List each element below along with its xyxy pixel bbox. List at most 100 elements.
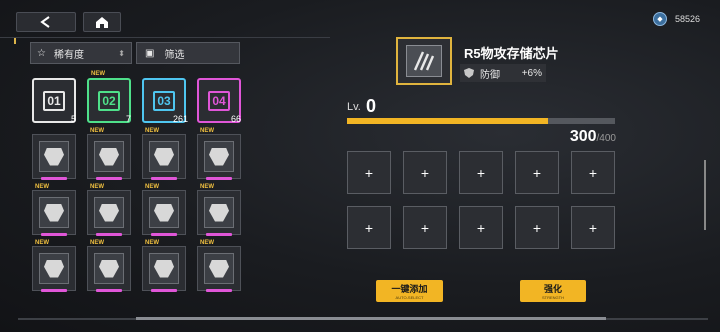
- enhance-button[interactable]: 强化 STRENGTH: [520, 280, 586, 302]
- inventory-panel: ☆ 稀有度 ⬍ ▣ 筛选 01 5 NEW 02 7 03 261 04 66 …: [14, 38, 254, 324]
- sort-dropdown[interactable]: ☆ 稀有度 ⬍: [30, 42, 132, 64]
- chip-icon: [209, 259, 229, 278]
- new-tag: NEW: [35, 184, 49, 190]
- enhance-sublabel: STRENGTH: [542, 295, 564, 300]
- chip-icon: [44, 203, 64, 222]
- item-count: 7: [125, 114, 131, 124]
- rarity-bar: [41, 233, 67, 236]
- material-slot[interactable]: +: [571, 151, 615, 194]
- material-slot[interactable]: +: [571, 206, 615, 249]
- tier-label: 03: [153, 90, 175, 111]
- xp-max: /400: [596, 133, 616, 144]
- home-icon: [96, 16, 108, 28]
- tier-02-item[interactable]: NEW 02 7: [87, 71, 131, 124]
- chip-icon: [209, 203, 229, 222]
- sort-label: 稀有度: [53, 49, 84, 61]
- currency-display: ◆ 58526: [652, 12, 700, 26]
- tier-03-item[interactable]: 03 261: [142, 78, 188, 124]
- chip-icon: [154, 259, 174, 278]
- material-slot[interactable]: +: [403, 151, 447, 194]
- new-tag: NEW: [35, 240, 49, 246]
- rarity-bar: [151, 289, 177, 292]
- chip-item[interactable]: NEW: [142, 240, 186, 292]
- new-tag: NEW: [145, 184, 159, 190]
- tier-label: 02: [98, 90, 120, 111]
- rarity-bar: [151, 233, 177, 236]
- rarity-bar: [206, 233, 232, 236]
- chip-icon: [99, 259, 119, 278]
- tier-01-item[interactable]: 01 5: [32, 78, 76, 124]
- home-button[interactable]: [83, 12, 121, 32]
- filter-label: 筛选: [164, 49, 185, 61]
- stat-row: 防御 +6%: [460, 64, 546, 82]
- new-tag: NEW: [90, 128, 104, 134]
- new-tag: NEW: [200, 240, 214, 246]
- chip-item[interactable]: NEW: [142, 128, 186, 180]
- chip-item[interactable]: NEW: [197, 128, 241, 180]
- chip-item[interactable]: [32, 134, 76, 180]
- material-slot[interactable]: +: [515, 206, 559, 249]
- material-slots: + + + + + + + + + +: [347, 151, 615, 249]
- material-slot[interactable]: +: [459, 151, 503, 194]
- selected-chip-icon: [396, 37, 452, 85]
- item-count: 66: [230, 114, 241, 124]
- chevron-left-icon: [40, 16, 50, 28]
- auto-add-button[interactable]: 一键添加 AUTO-SELECT: [376, 280, 443, 302]
- sort-arrows-icon: ⬍: [118, 48, 125, 58]
- chip-icon: [99, 147, 119, 166]
- new-tag: NEW: [200, 184, 214, 190]
- shield-icon: [464, 68, 474, 78]
- back-button[interactable]: [16, 12, 76, 32]
- material-slot[interactable]: +: [403, 206, 447, 249]
- page-indicator-knob: [136, 317, 606, 320]
- chip-icon: [44, 259, 64, 278]
- rarity-bar: [206, 177, 232, 180]
- chip-item[interactable]: NEW: [197, 184, 241, 236]
- level-value: 0: [366, 96, 377, 116]
- chip-item[interactable]: NEW: [32, 240, 76, 292]
- scrollbar[interactable]: [704, 160, 706, 230]
- item-name: R5物攻存储芯片: [464, 46, 559, 61]
- star-icon: ☆: [37, 47, 46, 59]
- claw-icon: [413, 51, 435, 71]
- chip-item[interactable]: NEW: [87, 240, 131, 292]
- new-tag: NEW: [90, 240, 104, 246]
- tier-label: 01: [43, 90, 65, 111]
- stat-value: +6%: [521, 67, 542, 79]
- xp-progress-fill: [347, 118, 548, 124]
- currency-amount: 58526: [674, 14, 700, 24]
- chip-item[interactable]: NEW: [87, 128, 131, 180]
- page-indicator: [18, 317, 708, 320]
- auto-add-label: 一键添加: [391, 284, 428, 294]
- chip-item[interactable]: NEW: [87, 184, 131, 236]
- item-count: 5: [70, 114, 76, 124]
- chip-item[interactable]: NEW: [142, 184, 186, 236]
- chip-item[interactable]: NEW: [32, 184, 76, 236]
- rarity-bar: [96, 177, 122, 180]
- chip-item[interactable]: NEW: [197, 240, 241, 292]
- rail-marker: [14, 38, 16, 44]
- material-slot[interactable]: +: [459, 206, 503, 249]
- rarity-bar: [96, 289, 122, 292]
- xp-readout: 300/400: [570, 128, 616, 146]
- rarity-bar: [151, 177, 177, 180]
- stat-name: 防御: [480, 69, 500, 81]
- rarity-bar: [41, 177, 67, 180]
- material-slot[interactable]: +: [347, 151, 391, 194]
- new-tag: NEW: [145, 240, 159, 246]
- new-tag: NEW: [91, 71, 105, 77]
- xp-current: 300: [569, 128, 597, 145]
- material-slot[interactable]: +: [347, 206, 391, 249]
- new-tag: NEW: [145, 128, 159, 134]
- chip-icon: [99, 203, 119, 222]
- rarity-bar: [206, 289, 232, 292]
- chip-icon: [154, 147, 174, 166]
- gem-icon: ◆: [652, 12, 667, 26]
- material-slot[interactable]: +: [515, 151, 559, 194]
- filter-button[interactable]: ▣ 筛选: [136, 42, 240, 64]
- chip-icon: [209, 147, 229, 166]
- tier-label: 04: [208, 90, 230, 111]
- enhance-label: 强化: [543, 284, 562, 294]
- tier-04-item[interactable]: 04 66: [197, 78, 241, 124]
- chip-icon: [154, 203, 174, 222]
